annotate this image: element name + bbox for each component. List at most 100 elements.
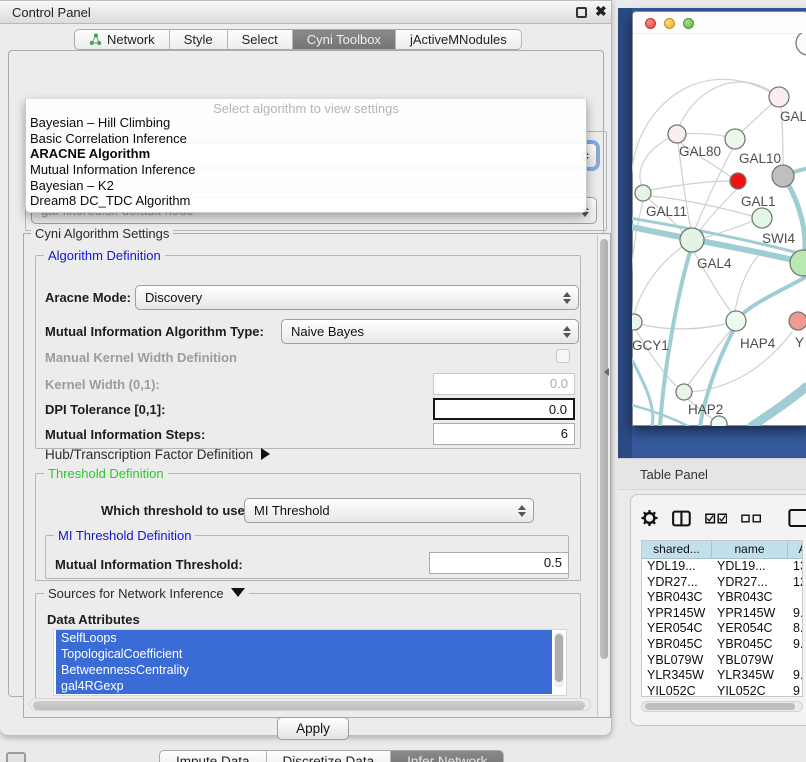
node-bottom-partial[interactable] xyxy=(711,416,727,426)
node-gal80[interactable] xyxy=(668,125,686,143)
node-gal10[interactable] xyxy=(725,129,745,149)
tab-impute-data[interactable]: Impute Data xyxy=(159,750,267,762)
table-row[interactable]: YBR043CYBR043C xyxy=(642,590,802,606)
node-table[interactable]: shared...nameA YDL19...YDL19...13YDR27..… xyxy=(641,540,803,697)
sources-group-title[interactable]: Sources for Network Inference xyxy=(44,586,249,601)
table-doc-icon[interactable] xyxy=(788,508,806,528)
table-row[interactable]: YLR345WYLR345W9. xyxy=(642,668,802,684)
table-cell: YDL19... xyxy=(712,559,788,575)
table-row[interactable]: YPR145WYPR145W9. xyxy=(642,606,802,622)
gear-icon[interactable] xyxy=(641,509,658,527)
gray-edge[interactable] xyxy=(694,148,733,231)
column-header-shared[interactable]: shared... xyxy=(642,541,712,558)
gray-edge[interactable] xyxy=(684,332,792,392)
gray-edge[interactable] xyxy=(640,321,736,329)
control-panel-window: Control Panel ✖ NetworkStyleSelectCyni T… xyxy=(0,0,612,736)
mi-threshold-input[interactable]: 0.5 xyxy=(429,552,569,574)
which-threshold-combo[interactable]: MI Threshold xyxy=(244,498,534,523)
scrollbar-thumb[interactable] xyxy=(33,701,585,710)
data-attributes-list[interactable]: SelfLoopsTopologicalCoefficientBetweenne… xyxy=(53,629,567,696)
dropdown-item[interactable]: Bayesian – K2 xyxy=(26,178,586,194)
table-cell: YBR043C xyxy=(642,590,712,606)
teal-edge[interactable] xyxy=(752,387,806,426)
tab-cyni-toolbox[interactable]: Cyni Toolbox xyxy=(293,29,396,50)
node-gal4[interactable] xyxy=(680,228,704,252)
node-label: Y xyxy=(795,335,804,350)
node-label: GCY1 xyxy=(632,338,669,353)
columns-icon[interactable] xyxy=(672,510,691,527)
table-cell xyxy=(788,590,803,606)
table-row[interactable]: YDL19...YDL19...13 xyxy=(642,559,802,575)
node-hap2[interactable] xyxy=(676,384,692,400)
table-row[interactable]: YBR045CYBR045C9. xyxy=(642,637,802,653)
node-gray[interactable] xyxy=(772,165,794,187)
scrollbar-thumb[interactable] xyxy=(645,703,795,710)
control-panel-titlebar[interactable]: Control Panel ✖ xyxy=(0,1,611,24)
settings-horizontal-scrollbar[interactable] xyxy=(29,698,591,711)
tab-jactivemnodules[interactable]: jActiveMNodules xyxy=(396,29,522,50)
dropdown-item[interactable]: ARACNE Algorithm xyxy=(26,146,586,162)
split-pane-collapse-icon[interactable] xyxy=(604,368,609,376)
teal-edge[interactable] xyxy=(794,168,806,172)
dropdown-item[interactable]: Basic Correlation Inference xyxy=(26,131,586,147)
tab-network[interactable]: Network xyxy=(74,29,170,50)
node-top-partial[interactable] xyxy=(796,33,806,55)
attribute-list-item[interactable]: gal4RGexp xyxy=(56,678,552,694)
column-header-name[interactable]: name xyxy=(712,541,788,558)
close-icon[interactable]: ✖ xyxy=(595,3,607,20)
node-gcy1[interactable] xyxy=(632,314,642,330)
node-gal1[interactable] xyxy=(752,208,772,228)
settings-group-title: Cyni Algorithm Settings xyxy=(31,226,173,241)
dropdown-item[interactable]: Dream8 DC_TDC Algorithm xyxy=(26,193,586,209)
attribute-list-item[interactable]: SelfLoops xyxy=(56,630,552,646)
scrollbar-thumb[interactable] xyxy=(600,239,608,659)
gray-edge[interactable] xyxy=(650,181,730,190)
tab-style[interactable]: Style xyxy=(170,29,228,50)
tab-discretize-data[interactable]: Discretize Data xyxy=(267,750,392,762)
table-cell: 9 xyxy=(788,684,803,697)
close-button[interactable] xyxy=(645,18,656,29)
hub-section-toggle[interactable]: Hub/Transcription Factor Definition xyxy=(45,447,270,462)
table-row[interactable]: YIL052CYIL052C9 xyxy=(642,684,802,697)
table-row[interactable]: YER054CYER054C8. xyxy=(642,621,802,637)
minimize-button[interactable] xyxy=(664,18,675,29)
table-row[interactable]: YBL079WYBL079W xyxy=(642,653,802,669)
node-gal7[interactable] xyxy=(769,87,789,107)
dpi-tolerance-input[interactable]: 0.0 xyxy=(433,398,575,420)
dropdown-item[interactable]: Mutual Information Inference xyxy=(26,162,586,178)
list-vertical-scrollbar[interactable] xyxy=(554,632,564,688)
node-swi4[interactable] xyxy=(790,250,806,276)
network-window-titlebar[interactable] xyxy=(633,12,806,34)
network-graph-canvas[interactable]: GAL7GAL80GAL10GAL1GAL11SWI4GAL4HAP4YGCY1… xyxy=(632,33,806,426)
table-cell: YDL19... xyxy=(642,559,712,575)
mi-steps-input[interactable]: 6 xyxy=(433,423,575,445)
zoom-button[interactable] xyxy=(683,18,694,29)
scrollbar-thumb[interactable] xyxy=(555,634,563,682)
node-salmon[interactable] xyxy=(789,312,806,330)
checked-boxes-icon[interactable] xyxy=(705,513,728,524)
table-horizontal-scrollbar[interactable] xyxy=(641,701,803,712)
aracne-mode-value: Discovery xyxy=(145,290,202,305)
teal-edge[interactable] xyxy=(632,356,653,426)
apply-button[interactable]: Apply xyxy=(277,717,349,740)
table-row[interactable]: YDR27...YDR27...12 xyxy=(642,575,802,591)
restore-panel-icon[interactable] xyxy=(6,752,26,762)
manual-kernel-checkbox[interactable] xyxy=(556,349,570,363)
tab-select[interactable]: Select xyxy=(228,29,293,50)
settings-vertical-scrollbar[interactable] xyxy=(597,235,609,716)
node-gal11[interactable] xyxy=(635,185,651,201)
gray-edge[interactable] xyxy=(688,330,731,385)
column-header-a[interactable]: A xyxy=(788,541,803,558)
attribute-list-item[interactable]: BetweennessCentrality xyxy=(56,662,552,678)
aracne-mode-combo[interactable]: Discovery xyxy=(135,285,579,310)
node-red[interactable] xyxy=(730,173,746,189)
kernel-width-input[interactable]: 0.0 xyxy=(433,373,575,395)
dropdown-item[interactable]: Bayesian – Hill Climbing xyxy=(26,115,586,131)
unchecked-boxes-icon[interactable] xyxy=(741,514,762,523)
mi-type-combo[interactable]: Naive Bayes xyxy=(281,319,579,344)
node-hap4[interactable] xyxy=(726,311,746,331)
attribute-list-item[interactable]: TopologicalCoefficient xyxy=(56,646,552,662)
float-window-icon[interactable] xyxy=(576,7,587,18)
table-panel-titlebar[interactable]: Table Panel xyxy=(618,458,806,490)
tab-infer-network[interactable]: Infer Network xyxy=(391,750,504,762)
